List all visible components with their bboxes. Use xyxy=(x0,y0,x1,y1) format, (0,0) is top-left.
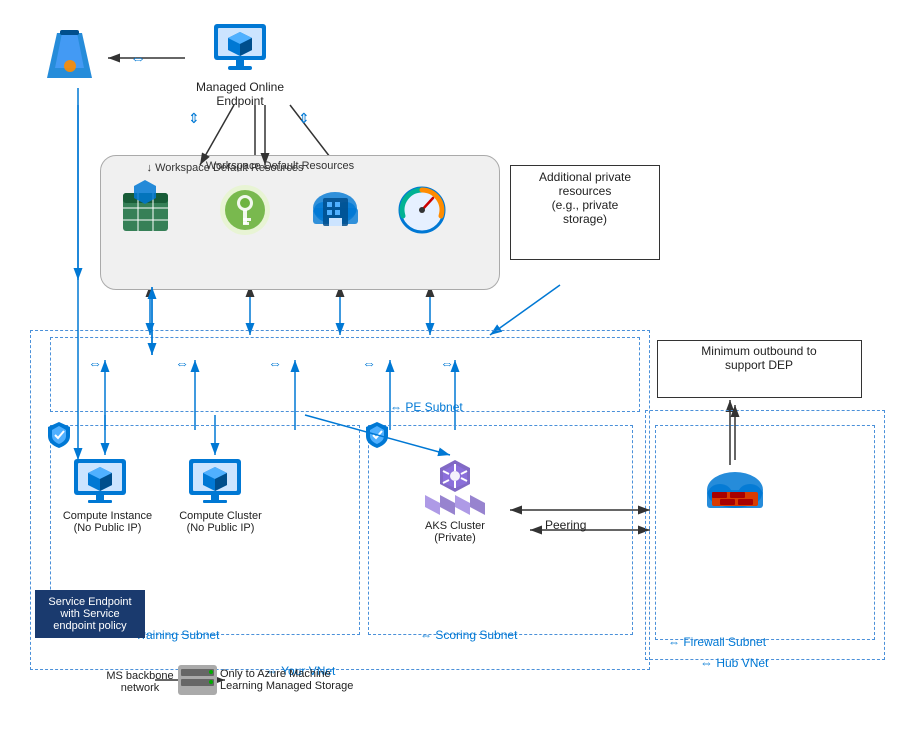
pe-connector-3: ⇔ xyxy=(268,355,282,371)
scoring-subnet-label: ⇔ Scoring Subnet xyxy=(420,628,517,642)
ms-backbone-icon xyxy=(175,660,220,703)
connector-top-ml: ⇔ xyxy=(130,50,146,68)
managed-online-endpoint-label: Managed OnlineEndpoint xyxy=(190,80,290,108)
connector-top-endpoint-right: ⇕ xyxy=(298,110,310,127)
minimum-outbound-label: Minimum outbound tosupport DEP xyxy=(659,344,859,372)
service-endpoint-box: Service Endpointwith Serviceendpoint pol… xyxy=(35,590,145,638)
azure-ml-icon xyxy=(42,28,97,91)
additional-private-resources-label: Additional privateresources(e.g., privat… xyxy=(512,170,658,226)
hub-vnet-label: ⇔ Hub VNet xyxy=(700,655,768,670)
pe-connector-5: ⇔ xyxy=(440,355,454,371)
compute-cluster-icon xyxy=(185,455,245,513)
pe-subnet-label: ⇔ PE Subnet xyxy=(390,400,463,414)
shield-icon-training xyxy=(46,420,72,453)
connector-top-endpoint-left: ⇕ xyxy=(188,110,200,127)
peering-label: Peering xyxy=(545,518,586,532)
aks-cluster-label: AKS Cluster(Private) xyxy=(410,520,500,544)
app-insights-icon xyxy=(395,178,450,246)
only-to-azure-label: Only to Azure MachineLearning Managed St… xyxy=(220,668,415,692)
storage-icon xyxy=(118,178,173,246)
shield-icon-scoring xyxy=(364,420,390,453)
pe-connector-4: ⇔ xyxy=(362,355,376,371)
compute-instance-label: Compute Instance(No Public IP) xyxy=(55,510,160,534)
compute-cluster-label: Compute Cluster(No Public IP) xyxy=(168,510,273,534)
firewall-icon xyxy=(700,460,770,528)
aks-cluster-icon xyxy=(420,455,490,523)
pe-connector-1: ⇔ xyxy=(88,355,102,371)
ms-backbone-label: MS backbonenetwork xyxy=(100,670,180,694)
key-vault-icon xyxy=(218,178,273,246)
workspace-default-resources-arrow-label: ↓ Workspace Default Resources xyxy=(135,162,315,174)
pe-subnet-box xyxy=(50,337,640,412)
managed-online-endpoint-icon xyxy=(210,18,270,81)
firewall-subnet-label: ⇔ Firewall Subnet xyxy=(668,635,766,649)
pe-connector-2: ⇔ xyxy=(175,355,189,371)
firewall-subnet-box xyxy=(655,425,875,640)
container-registry-icon xyxy=(308,178,363,246)
compute-instance-icon xyxy=(70,455,130,513)
scoring-subnet-box xyxy=(368,425,633,635)
diagram-container: Managed OnlineEndpoint ⇔ ⇕ ⇕ Workspace D… xyxy=(0,0,919,735)
